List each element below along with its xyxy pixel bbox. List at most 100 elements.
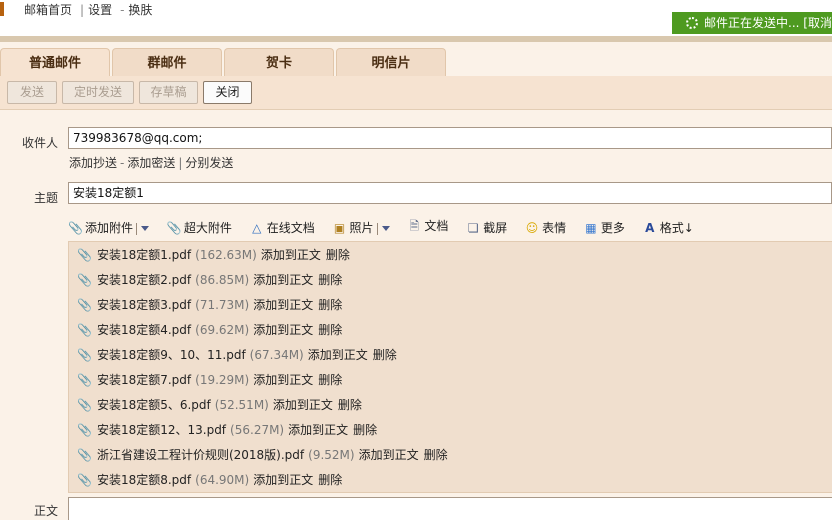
attachment-size: (162.63M) (195, 248, 257, 262)
attachment-item: 📎 安装18定额12、13.pdf (56.27M) 添加到正文 删除 (69, 418, 832, 443)
paperclip-icon: 📎 (77, 248, 92, 262)
tab-postcard[interactable]: 明信片 (336, 48, 446, 76)
tab-normal-mail[interactable]: 普通邮件 (0, 48, 110, 77)
recipient-label: 收件人 (22, 136, 59, 150)
more-button[interactable]: ▦ 更多 (584, 219, 625, 236)
add-to-body-link[interactable]: 添加到正文 (253, 373, 313, 387)
delete-attachment-link[interactable]: 删除 (326, 248, 350, 262)
grid-icon: ▦ (585, 221, 597, 235)
photo-icon: ▣ (333, 221, 346, 235)
delete-attachment-link[interactable]: 删除 (318, 298, 342, 312)
document-icon: 🗎 (409, 219, 420, 233)
attachment-name: 浙江省建设工程计价规则(2018版).pdf (96, 448, 305, 462)
chevron-down-icon[interactable] (141, 226, 150, 231)
settings-link[interactable]: 设置 (88, 3, 112, 17)
paperclip-icon: 📎 (77, 448, 92, 462)
paperclip-icon: 📎 (77, 273, 92, 287)
attachment-size: (67.34M) (249, 348, 304, 362)
chevron-down-icon[interactable] (381, 226, 390, 231)
add-to-body-link[interactable]: 添加到正文 (308, 348, 368, 362)
delete-attachment-link[interactable]: 删除 (338, 398, 362, 412)
add-cc-link[interactable]: 添加抄送 (69, 156, 117, 170)
attachment-name: 安装18定额5、6.pdf (96, 398, 211, 412)
paperclip-icon: 📎 (77, 398, 92, 412)
online-doc-button[interactable]: △ 在线文档 (250, 219, 315, 236)
attachment-name: 安装18定额1.pdf (96, 248, 192, 262)
add-to-body-link[interactable]: 添加到正文 (273, 398, 333, 412)
subject-label: 主题 (34, 191, 59, 205)
attachment-item: 📎 安装18定额7.pdf (19.29M) 添加到正文 删除 (69, 368, 832, 393)
sending-status-banner: 邮件正在发送中... [取消] (672, 12, 832, 34)
attachment-size: (56.27M) (230, 423, 285, 437)
tab-greeting-card[interactable]: 贺卡 (224, 48, 334, 76)
add-bcc-link[interactable]: 添加密送 (127, 156, 175, 170)
attachment-size: (64.90M) (195, 473, 250, 487)
recipient-input[interactable]: 739983678@qq.com; (68, 127, 832, 149)
close-button[interactable]: 关闭 (203, 81, 252, 104)
logo-mark (0, 2, 4, 16)
paperclip-icon: 📎 (77, 423, 92, 437)
attachment-item: 📎 安装18定额8.pdf (64.90M) 添加到正文 删除 (69, 468, 832, 493)
add-to-body-link[interactable]: 添加到正文 (359, 448, 419, 462)
separate-send-link[interactable]: 分别发送 (185, 156, 233, 170)
delete-attachment-link[interactable]: 删除 (318, 273, 342, 287)
attachment-item: 📎 安装18定额9、10、11.pdf (67.34M) 添加到正文 删除 (69, 343, 832, 368)
paperclip-icon: 📎 (77, 473, 92, 487)
paperclip-icon: 📎 (77, 298, 92, 312)
attachment-name: 安装18定额4.pdf (96, 323, 192, 337)
attachment-item: 📎 安装18定额3.pdf (71.73M) 添加到正文 删除 (69, 293, 832, 318)
format-button[interactable]: A 格式↓ (643, 219, 694, 236)
delete-attachment-link[interactable]: 删除 (424, 448, 448, 462)
emoji-button[interactable]: ☺ 表情 (525, 219, 566, 236)
paperclip-icon: 📎 (77, 373, 92, 387)
attachment-name: 安装18定额9、10、11.pdf (96, 348, 246, 362)
attachment-item: 📎 安装18定额2.pdf (86.85M) 添加到正文 删除 (69, 268, 832, 293)
add-to-body-link[interactable]: 添加到正文 (288, 423, 348, 437)
attachment-name: 安装18定额8.pdf (96, 473, 192, 487)
tab-group-mail[interactable]: 群邮件 (112, 48, 222, 76)
change-skin-link[interactable]: 换肤 (128, 3, 152, 17)
mailbox-home-link[interactable]: 邮箱首页 (24, 3, 72, 17)
delete-attachment-link[interactable]: 删除 (318, 373, 342, 387)
attachment-size: (71.73M) (195, 298, 250, 312)
loading-spinner-icon (686, 17, 698, 29)
subject-input[interactable]: 安装18定额1 (68, 182, 832, 204)
delete-attachment-link[interactable]: 删除 (373, 348, 397, 362)
photo-button[interactable]: ▣ 照片 (333, 219, 390, 236)
document-button[interactable]: 🗎 文档 (407, 217, 449, 238)
attachment-size: (19.29M) (195, 373, 250, 387)
sending-status-text[interactable]: 邮件正在发送中... [取消] (704, 16, 832, 30)
screenshot-button[interactable]: ❏ 截屏 (466, 219, 507, 236)
add-to-body-link[interactable]: 添加到正文 (253, 298, 313, 312)
add-to-body-link[interactable]: 添加到正文 (253, 323, 313, 337)
save-draft-button[interactable]: 存草稿 (139, 81, 198, 104)
attachment-name: 安装18定额2.pdf (96, 273, 192, 287)
delete-attachment-link[interactable]: 删除 (318, 473, 342, 487)
compose-toolbar: 发送 定时发送 存草稿 关闭 (0, 76, 832, 110)
paperclip-icon: 📎 (68, 221, 83, 235)
attachment-item: 📎 安装18定额5、6.pdf (52.51M) 添加到正文 删除 (69, 393, 832, 418)
add-to-body-link[interactable]: 添加到正文 (253, 473, 313, 487)
attachment-size: (9.52M) (308, 448, 355, 462)
add-to-body-link[interactable]: 添加到正文 (253, 273, 313, 287)
large-attachment-button[interactable]: 📎 超大附件 (167, 219, 232, 236)
attachment-name: 安装18定额7.pdf (96, 373, 192, 387)
recipient-links: 添加抄送 - 添加密送 | 分别发送 (69, 156, 234, 170)
body-editor[interactable] (68, 497, 832, 520)
scheduled-send-button[interactable]: 定时发送 (62, 81, 134, 104)
delete-attachment-link[interactable]: 删除 (318, 323, 342, 337)
add-attachment-button[interactable]: 📎 添加附件 (68, 219, 150, 236)
delete-attachment-link[interactable]: 删除 (353, 423, 377, 437)
paperclip-icon: 📎 (77, 323, 92, 337)
top-bar: 邮箱首页 | 设置 - 换肤 邮件正在发送中... [取消] (0, 0, 832, 38)
attachment-item: 📎 安装18定额4.pdf (69.62M) 添加到正文 删除 (69, 318, 832, 343)
large-paperclip-icon: 📎 (166, 221, 182, 235)
add-to-body-link[interactable]: 添加到正文 (261, 248, 321, 262)
paperclip-icon: 📎 (77, 348, 92, 362)
crop-icon: ❏ (467, 221, 479, 235)
attachment-toolbar: 📎 添加附件 📎 超大附件 △ 在线文档 ▣ 照片 🗎 文档 ❏ 截屏 ☺ 表情 ▦ 更多 A格… (68, 217, 708, 239)
smiley-icon: ☺ (525, 221, 539, 235)
attachment-size: (69.62M) (195, 323, 250, 337)
send-button[interactable]: 发送 (7, 81, 57, 104)
attachment-name: 安装18定额3.pdf (96, 298, 192, 312)
